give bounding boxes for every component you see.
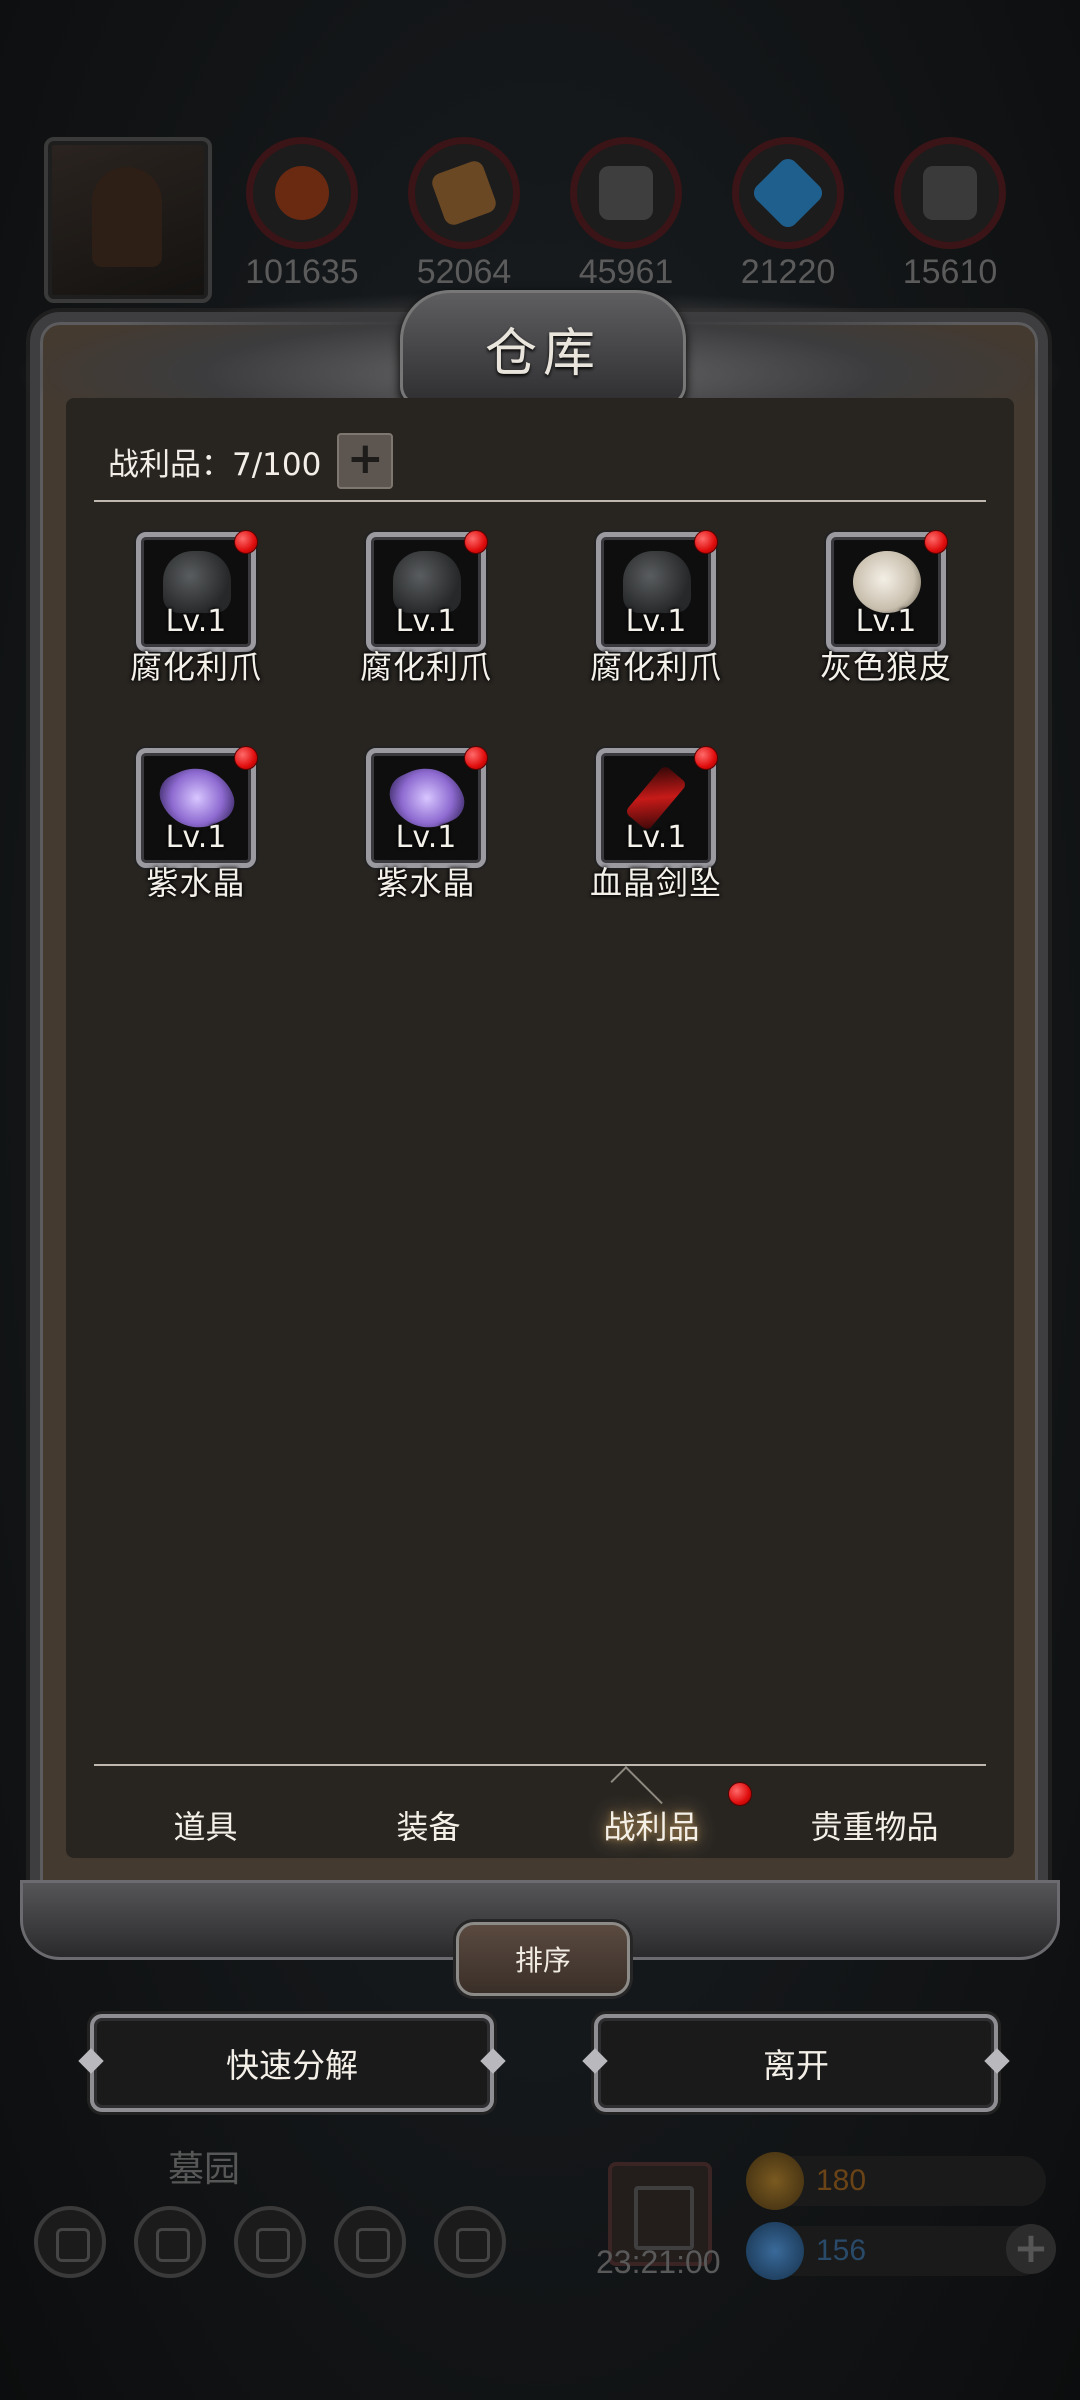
resource-value: 101635 xyxy=(245,253,359,291)
guild-icon xyxy=(234,2206,306,2278)
item-name: 腐化利爪 xyxy=(589,648,722,686)
resource-value: 15610 xyxy=(902,253,998,291)
inventory-item[interactable]: Lv.1 腐化利爪 xyxy=(326,530,496,722)
inventory-item[interactable]: Lv.1 灰色狼皮 xyxy=(786,530,956,722)
item-name: 腐化利爪 xyxy=(359,648,492,686)
item-level: Lv.1 xyxy=(395,604,457,639)
item-name: 血晶剑坠 xyxy=(589,864,722,902)
resource-meat: 101635 xyxy=(242,137,362,297)
map-icon xyxy=(434,2206,506,2278)
gold-coin-icon xyxy=(746,2152,804,2210)
loot-capacity-label: 战利品：7/100 xyxy=(108,446,322,483)
mail-icon xyxy=(334,2206,406,2278)
item-level: Lv.1 xyxy=(395,820,457,855)
quick-decompose-button[interactable]: 快速分解 xyxy=(90,2014,494,2112)
tab-equipment[interactable]: 装备 xyxy=(329,1802,529,1848)
resource-bar: 101635 52064 45961 21220 15610 xyxy=(0,135,1080,305)
crystal-icon xyxy=(749,154,827,232)
divider xyxy=(94,500,986,502)
stone-icon xyxy=(599,166,653,220)
item-level: Lv.1 xyxy=(165,820,227,855)
tab-loot[interactable]: 战利品 xyxy=(552,1802,752,1848)
new-badge xyxy=(464,746,488,770)
gold-counter: 180 xyxy=(746,2152,1046,2210)
gem-icon xyxy=(746,2222,804,2280)
new-badge xyxy=(694,746,718,770)
resource-wood: 52064 xyxy=(404,137,524,297)
player-avatar xyxy=(44,137,212,303)
new-badge xyxy=(694,530,718,554)
gift-timer: 23:21:00 xyxy=(596,2244,721,2280)
wood-icon xyxy=(429,158,499,228)
resource-value: 52064 xyxy=(416,253,512,291)
category-tabs: 道具 装备 战利品 贵重物品 xyxy=(94,1770,986,1880)
inventory-item[interactable]: Lv.1 紫水晶 xyxy=(326,746,496,938)
inventory-item[interactable]: Lv.1 血晶剑坠 xyxy=(556,746,726,938)
loot-capacity: 战利品：7/100 + xyxy=(108,433,394,489)
resource-value: 21220 xyxy=(740,253,836,291)
location-label: 墓园 xyxy=(168,2149,241,2190)
meat-icon xyxy=(275,166,329,220)
iron-icon xyxy=(923,166,977,220)
new-badge xyxy=(924,530,948,554)
gold-value: 180 xyxy=(816,2164,867,2197)
tab-items[interactable]: 道具 xyxy=(106,1802,306,1848)
item-level: Lv.1 xyxy=(625,820,687,855)
inventory-item[interactable]: Lv.1 紫水晶 xyxy=(96,746,266,938)
inventory-item[interactable]: Lv.1 腐化利爪 xyxy=(96,530,266,722)
item-level: Lv.1 xyxy=(625,604,687,639)
gem-counter: 156 xyxy=(746,2222,1046,2280)
resource-value: 45961 xyxy=(578,253,674,291)
gem-value: 156 xyxy=(816,2234,867,2267)
new-badge xyxy=(234,746,258,770)
item-name: 紫水晶 xyxy=(146,864,246,902)
item-name: 灰色狼皮 xyxy=(819,648,952,686)
tab-valuables[interactable]: 贵重物品 xyxy=(775,1802,975,1848)
sort-button[interactable]: 排序 xyxy=(456,1922,630,1996)
achievement-icon xyxy=(134,2206,206,2278)
item-level: Lv.1 xyxy=(165,604,227,639)
item-level: Lv.1 xyxy=(855,604,917,639)
panel-title-plate: 仓库 xyxy=(400,290,686,406)
add-currency-icon: + xyxy=(1006,2224,1056,2274)
new-badge xyxy=(464,530,488,554)
resource-crystal: 21220 xyxy=(728,137,848,297)
leave-button[interactable]: 离开 xyxy=(594,2014,998,2112)
resource-stone: 45961 xyxy=(566,137,686,297)
panel-title: 仓库 xyxy=(484,323,601,384)
resource-iron: 15610 xyxy=(890,137,1010,297)
tab-divider xyxy=(94,1764,986,1766)
item-name: 紫水晶 xyxy=(376,864,476,902)
settings-icon xyxy=(34,2206,106,2278)
new-badge xyxy=(234,530,258,554)
expand-capacity-button[interactable]: + xyxy=(337,433,394,489)
inventory-item[interactable]: Lv.1 腐化利爪 xyxy=(556,530,726,722)
item-name: 腐化利爪 xyxy=(129,648,262,686)
tab-loot-badge xyxy=(728,1782,752,1806)
